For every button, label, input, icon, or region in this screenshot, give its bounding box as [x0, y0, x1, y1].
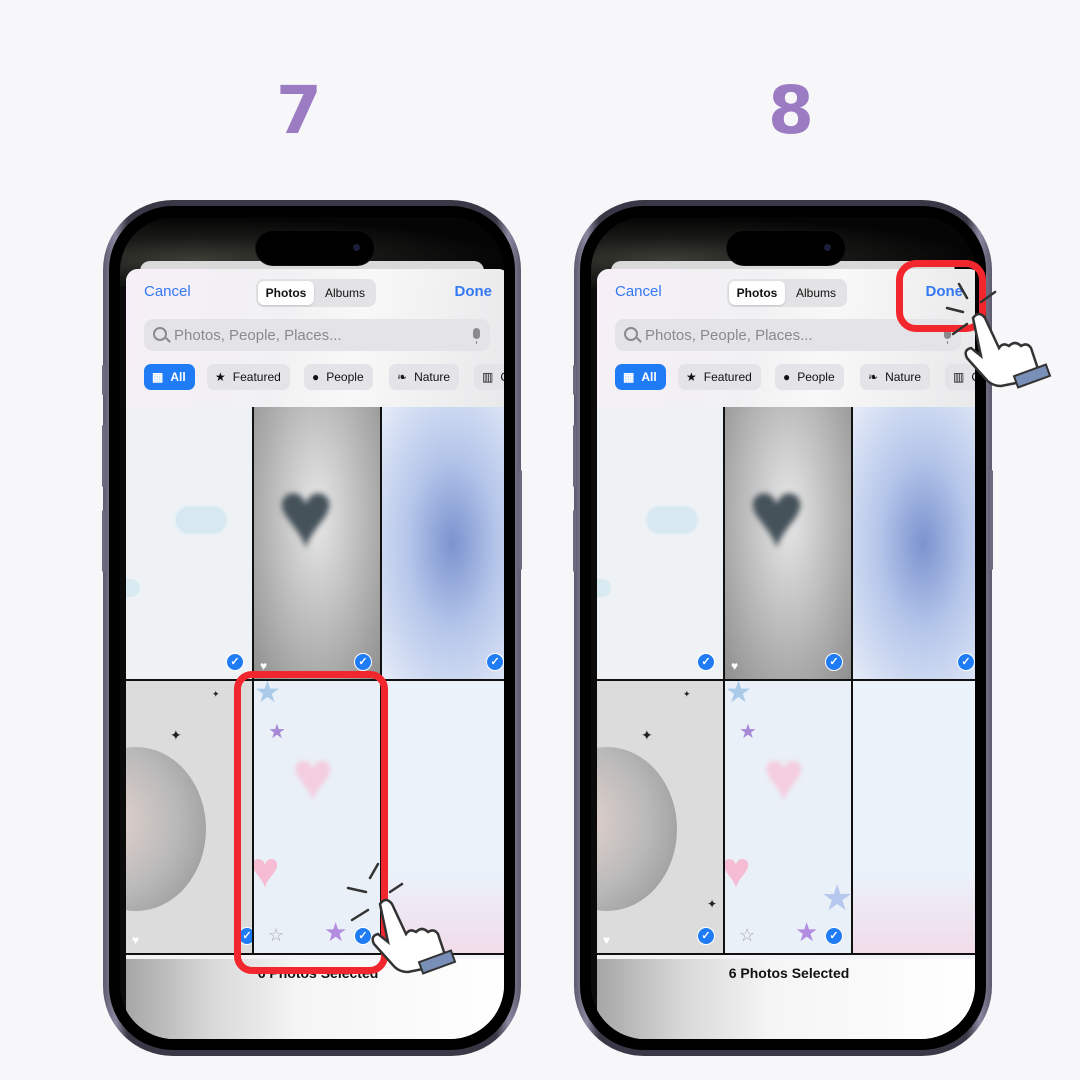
- tap-hand-icon: [945, 282, 1052, 389]
- favorite-heart-icon: ♥: [731, 659, 739, 673]
- chip-nature[interactable]: ❧ Nature: [860, 364, 931, 390]
- star-icon: ★: [686, 370, 697, 384]
- volume-down-button: [102, 510, 105, 572]
- side-button: [990, 470, 993, 570]
- camera-icon: [353, 244, 360, 251]
- step-number: 8: [768, 72, 814, 149]
- heart-shape: ♥: [277, 461, 334, 568]
- photo-thumbnail[interactable]: [853, 681, 975, 953]
- filter-chips: ▦All ★Featured ●People ❧Nature ▥C: [615, 364, 975, 392]
- heart-shape: ♥: [748, 461, 805, 568]
- camera-icon: [824, 244, 831, 251]
- leaf-icon: ❧: [397, 370, 408, 384]
- tab-photos[interactable]: Photos: [258, 281, 314, 305]
- photo-thumbnail[interactable]: ✦ ✦ ✦ ♥ ✓: [597, 681, 723, 953]
- favorite-heart-icon: ♥: [603, 933, 611, 947]
- photo-thumbnail[interactable]: ✓: [382, 407, 504, 679]
- microphone-icon[interactable]: [473, 328, 480, 344]
- person-icon: ●: [783, 370, 791, 384]
- selected-check-icon: ✓: [825, 653, 843, 671]
- photo-thumbnail[interactable]: ✓: [126, 407, 252, 679]
- tab-albums[interactable]: Albums: [316, 281, 374, 305]
- search-placeholder: Photos, People, Places...: [645, 327, 813, 344]
- search-icon: [153, 327, 167, 341]
- selected-check-icon: ✓: [697, 653, 715, 671]
- chip-featured[interactable]: ★ Featured: [207, 364, 290, 390]
- tab-photos[interactable]: Photos: [729, 281, 785, 305]
- side-button: [519, 470, 522, 570]
- chip-nature[interactable]: ❧ Nature: [389, 364, 460, 390]
- selected-check-icon: ✓: [486, 653, 504, 671]
- selected-check-icon: ✓: [697, 927, 715, 945]
- step-number: 7: [276, 72, 322, 149]
- action-button: [102, 365, 105, 395]
- cloud-shape: [647, 507, 697, 533]
- building-icon: ▥: [482, 370, 494, 384]
- photo-thumbnail[interactable]: ♥ ♥ ★ ★ ★ ★ ☆ ✓: [725, 681, 851, 953]
- selection-footer: 6 Photos Selected: [597, 959, 975, 1039]
- favorite-heart-icon: ♥: [132, 933, 140, 947]
- action-button: [573, 365, 576, 395]
- photo-thumbnail[interactable]: ✓: [853, 407, 975, 679]
- planet-shape: [597, 747, 677, 911]
- cancel-button[interactable]: Cancel: [615, 283, 662, 300]
- tab-albums[interactable]: Albums: [787, 281, 845, 305]
- cancel-button[interactable]: Cancel: [144, 283, 191, 300]
- dynamic-island: [727, 231, 845, 265]
- grid-icon: ▦: [152, 370, 164, 384]
- tap-hand-icon: [346, 862, 457, 975]
- segmented-control: Photos Albums: [727, 279, 847, 307]
- volume-down-button: [573, 510, 576, 572]
- search-input[interactable]: Photos, People, Places...: [144, 319, 490, 351]
- screen: Cancel Photos Albums Done Photos, People…: [591, 217, 975, 1039]
- picker-header: Cancel Photos Albums Done Photos, People…: [126, 269, 504, 407]
- photo-grid: ✓ ♥ ♥ ✓ ✓ ✦ ✦ ✦ ♥ ✓ ♥ ♥ ★ ★ ★ ★ ☆ ✓: [597, 407, 975, 955]
- planet-shape: [126, 747, 206, 911]
- photo-thumbnail[interactable]: ♥ ♥ ✓: [725, 407, 851, 679]
- photo-thumbnail[interactable]: ♥ ♥ ✓: [254, 407, 380, 679]
- done-button[interactable]: Done: [455, 283, 493, 300]
- person-icon: ●: [312, 370, 320, 384]
- search-placeholder: Photos, People, Places...: [174, 327, 342, 344]
- chip-people[interactable]: ● People: [304, 364, 373, 390]
- filter-chips: ▦All ★Featured ●People ❧Nature ▥C: [144, 364, 504, 392]
- photo-thumbnail[interactable]: ✓: [597, 407, 723, 679]
- leaf-icon: ❧: [868, 370, 879, 384]
- chip-all[interactable]: ▦ All: [144, 364, 195, 390]
- selection-count: 6 Photos Selected: [728, 965, 850, 981]
- photo-picker-sheet: Cancel Photos Albums Done Photos, People…: [597, 269, 975, 1039]
- selected-check-icon: ✓: [226, 653, 244, 671]
- grid-icon: ▦: [623, 370, 635, 384]
- cloud-shape: [176, 507, 226, 533]
- dynamic-island: [256, 231, 374, 265]
- volume-up-button: [102, 425, 105, 487]
- search-icon: [624, 327, 638, 341]
- star-icon: ★: [215, 370, 226, 384]
- chip-people[interactable]: ● People: [775, 364, 844, 390]
- selected-check-icon: ✓: [825, 927, 843, 945]
- segmented-control: Photos Albums: [256, 279, 376, 307]
- chip-featured[interactable]: ★ Featured: [678, 364, 761, 390]
- volume-up-button: [573, 425, 576, 487]
- selected-check-icon: ✓: [354, 653, 372, 671]
- selected-check-icon: ✓: [957, 653, 975, 671]
- chip-all[interactable]: ▦ All: [615, 364, 666, 390]
- chip-more[interactable]: ▥C: [474, 364, 504, 390]
